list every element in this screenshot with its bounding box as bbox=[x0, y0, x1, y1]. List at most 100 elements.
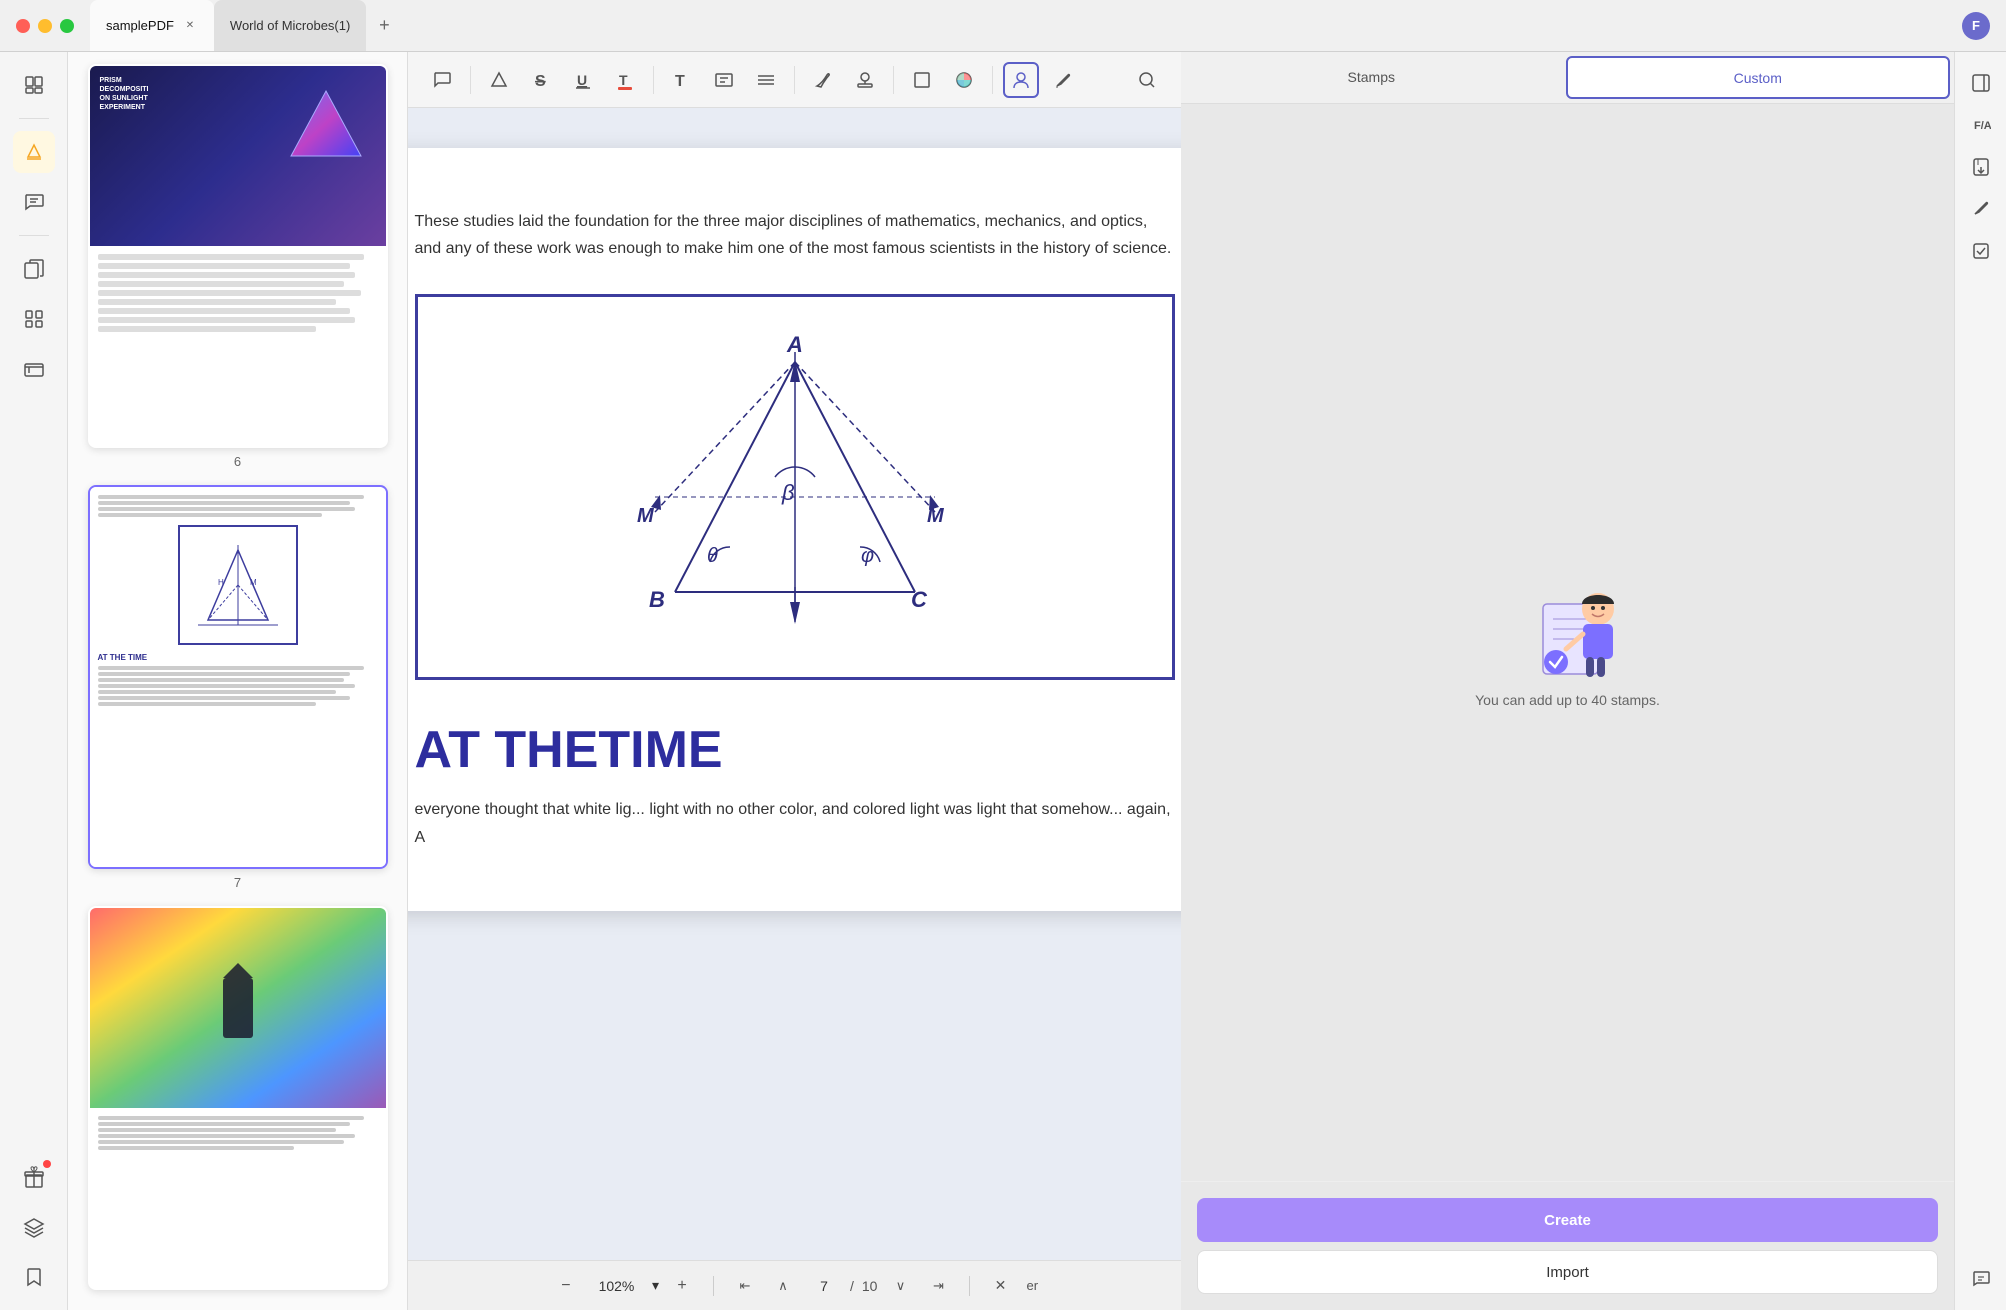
stamps-panel: Stamps Custom bbox=[1181, 52, 1954, 1310]
svg-text:B: B bbox=[649, 587, 665, 612]
divider2 bbox=[653, 66, 654, 94]
organize-icon-btn[interactable] bbox=[13, 298, 55, 340]
tab-label: samplePDF bbox=[106, 18, 174, 33]
pdf-content: These studies laid the foundation for th… bbox=[408, 108, 1181, 1260]
list-toolbar-btn[interactable] bbox=[748, 62, 784, 98]
zoom-percent-label: 102% bbox=[589, 1278, 644, 1294]
redact-icon-btn[interactable] bbox=[13, 348, 55, 390]
toolbar: S U T T bbox=[408, 52, 1181, 108]
gift-badge bbox=[43, 1160, 51, 1168]
comment-icon-btn[interactable] bbox=[13, 181, 55, 223]
stamps-tabs: Stamps Custom bbox=[1181, 52, 1954, 104]
gift-icon-btn[interactable] bbox=[13, 1156, 55, 1198]
comment-toolbar-btn[interactable] bbox=[424, 62, 460, 98]
zoom-out-button[interactable]: − bbox=[551, 1271, 581, 1301]
divider bbox=[19, 118, 49, 119]
fa-right-btn[interactable]: F/A bbox=[1962, 106, 2000, 144]
thumb7-lines-top bbox=[98, 495, 378, 517]
svg-text:M: M bbox=[637, 505, 655, 527]
svg-text:β: β bbox=[781, 480, 795, 505]
zoom-dropdown[interactable]: ▾ bbox=[652, 1277, 659, 1294]
pages-icon-btn[interactable] bbox=[13, 64, 55, 106]
page-number-7: 7 bbox=[234, 875, 241, 890]
thumbnail-page7[interactable]: H M AT THE TIME 7 bbox=[80, 485, 395, 890]
page-number-6: 6 bbox=[234, 454, 241, 469]
divider3 bbox=[794, 66, 795, 94]
thumb-img-8 bbox=[90, 908, 386, 1288]
thumb-card-6[interactable]: PRISMDECOMPOSITION SUNLIGHTEXPERIMENT bbox=[88, 64, 388, 448]
thumbnail-page8[interactable] bbox=[80, 906, 395, 1290]
textbox-toolbar-btn[interactable] bbox=[706, 62, 742, 98]
add-tab-button[interactable]: + bbox=[370, 12, 398, 40]
edit-right-btn[interactable] bbox=[1962, 190, 2000, 228]
draw-toolbar-btn[interactable] bbox=[805, 62, 841, 98]
thumb8-bg bbox=[90, 908, 386, 1108]
create-stamp-button[interactable]: Create bbox=[1197, 1198, 1938, 1242]
pdf-page: These studies laid the foundation for th… bbox=[408, 148, 1181, 911]
zoom-bar: − 102% ▾ + ⇤ ∧ / 10 ∨ ⇥ ✕ er bbox=[408, 1260, 1181, 1310]
tab-worldofmicrobes[interactable]: World of Microbes(1) bbox=[214, 0, 366, 51]
stamps-content: You can add up to 40 stamps. bbox=[1181, 104, 1954, 1181]
close-zoom-button[interactable]: ✕ bbox=[986, 1272, 1014, 1300]
page-top-text: These studies laid the foundation for th… bbox=[415, 208, 1175, 262]
thumbnail-panel: PRISMDECOMPOSITION SUNLIGHTEXPERIMENT bbox=[68, 52, 408, 1310]
thumb6-bg: PRISMDECOMPOSITION SUNLIGHTEXPERIMENT bbox=[90, 66, 386, 246]
user-toolbar-btn[interactable] bbox=[1003, 62, 1039, 98]
nav-first-button[interactable]: ⇤ bbox=[730, 1271, 760, 1301]
layers-icon-btn[interactable] bbox=[13, 1206, 55, 1248]
svg-text:T: T bbox=[619, 72, 628, 88]
svg-text:T: T bbox=[675, 73, 685, 90]
minimize-button[interactable] bbox=[38, 19, 52, 33]
current-page-input[interactable] bbox=[806, 1278, 842, 1294]
divider4 bbox=[893, 66, 894, 94]
pen-toolbar-btn[interactable] bbox=[1045, 62, 1081, 98]
title-bar: samplePDF ✕ World of Microbes(1) + F bbox=[0, 0, 2006, 52]
chat-right-btn[interactable] bbox=[1962, 1260, 2000, 1298]
svg-text:S: S bbox=[535, 73, 546, 90]
download-right-btn[interactable] bbox=[1962, 148, 2000, 186]
right-icon-strip: F/A bbox=[1954, 52, 2006, 1310]
text-color-toolbar-btn[interactable]: T bbox=[607, 62, 643, 98]
nav-last-button[interactable]: ⇥ bbox=[923, 1271, 953, 1301]
stamps-actions: Create Import bbox=[1181, 1181, 1954, 1310]
thumb-card-8[interactable] bbox=[88, 906, 388, 1290]
nav-next-button[interactable]: ∨ bbox=[885, 1271, 915, 1301]
duplicate-icon-btn[interactable] bbox=[13, 248, 55, 290]
color-wheel-toolbar-btn[interactable] bbox=[946, 62, 982, 98]
thumb7-diagram: H M bbox=[178, 525, 298, 645]
stamp-toolbar-btn[interactable] bbox=[847, 62, 883, 98]
diagram-container: A B C M M β θ φ bbox=[415, 294, 1175, 680]
svg-text:C: C bbox=[911, 587, 928, 612]
check-right-btn[interactable] bbox=[1962, 232, 2000, 270]
zoom-in-button[interactable]: + bbox=[667, 1271, 697, 1301]
thumb6-content bbox=[90, 246, 386, 446]
thumb6-title: PRISMDECOMPOSITION SUNLIGHTEXPERIMENT bbox=[100, 76, 149, 112]
highlight-toolbar-btn[interactable] bbox=[481, 62, 517, 98]
thumbnail-page6[interactable]: PRISMDECOMPOSITION SUNLIGHTEXPERIMENT bbox=[80, 64, 395, 469]
shape-toolbar-btn[interactable] bbox=[904, 62, 940, 98]
strikethrough-toolbar-btn[interactable]: S bbox=[523, 62, 559, 98]
search-toolbar-btn[interactable] bbox=[1129, 62, 1165, 98]
underline-toolbar-btn[interactable]: U bbox=[565, 62, 601, 98]
panel-right-btn[interactable] bbox=[1962, 64, 2000, 102]
maximize-button[interactable] bbox=[60, 19, 74, 33]
svg-text:U: U bbox=[577, 72, 587, 88]
stamps-tab-stamps[interactable]: Stamps bbox=[1181, 52, 1562, 103]
thumb-card-7[interactable]: H M AT THE TIME bbox=[88, 485, 388, 869]
stamps-tab-custom[interactable]: Custom bbox=[1566, 56, 1951, 99]
thumb8-lines bbox=[98, 1116, 378, 1150]
text-toolbar-btn[interactable]: T bbox=[664, 62, 700, 98]
svg-text:H: H bbox=[218, 578, 224, 587]
thumb-img-6: PRISMDECOMPOSITION SUNLIGHTEXPERIMENT bbox=[90, 66, 386, 446]
tab-samplepdf[interactable]: samplePDF ✕ bbox=[90, 0, 214, 51]
close-button[interactable] bbox=[16, 19, 30, 33]
nav-prev-button[interactable]: ∧ bbox=[768, 1271, 798, 1301]
import-stamp-button[interactable]: Import bbox=[1197, 1250, 1938, 1294]
bookmark-icon-btn[interactable] bbox=[13, 1256, 55, 1298]
tab-close-icon[interactable]: ✕ bbox=[182, 18, 198, 34]
svg-text:M: M bbox=[250, 578, 257, 587]
zoom-divider1 bbox=[713, 1276, 714, 1296]
tab-label: World of Microbes(1) bbox=[230, 18, 350, 33]
highlight-icon-btn[interactable] bbox=[13, 131, 55, 173]
svg-text:F/A: F/A bbox=[1974, 120, 1991, 132]
